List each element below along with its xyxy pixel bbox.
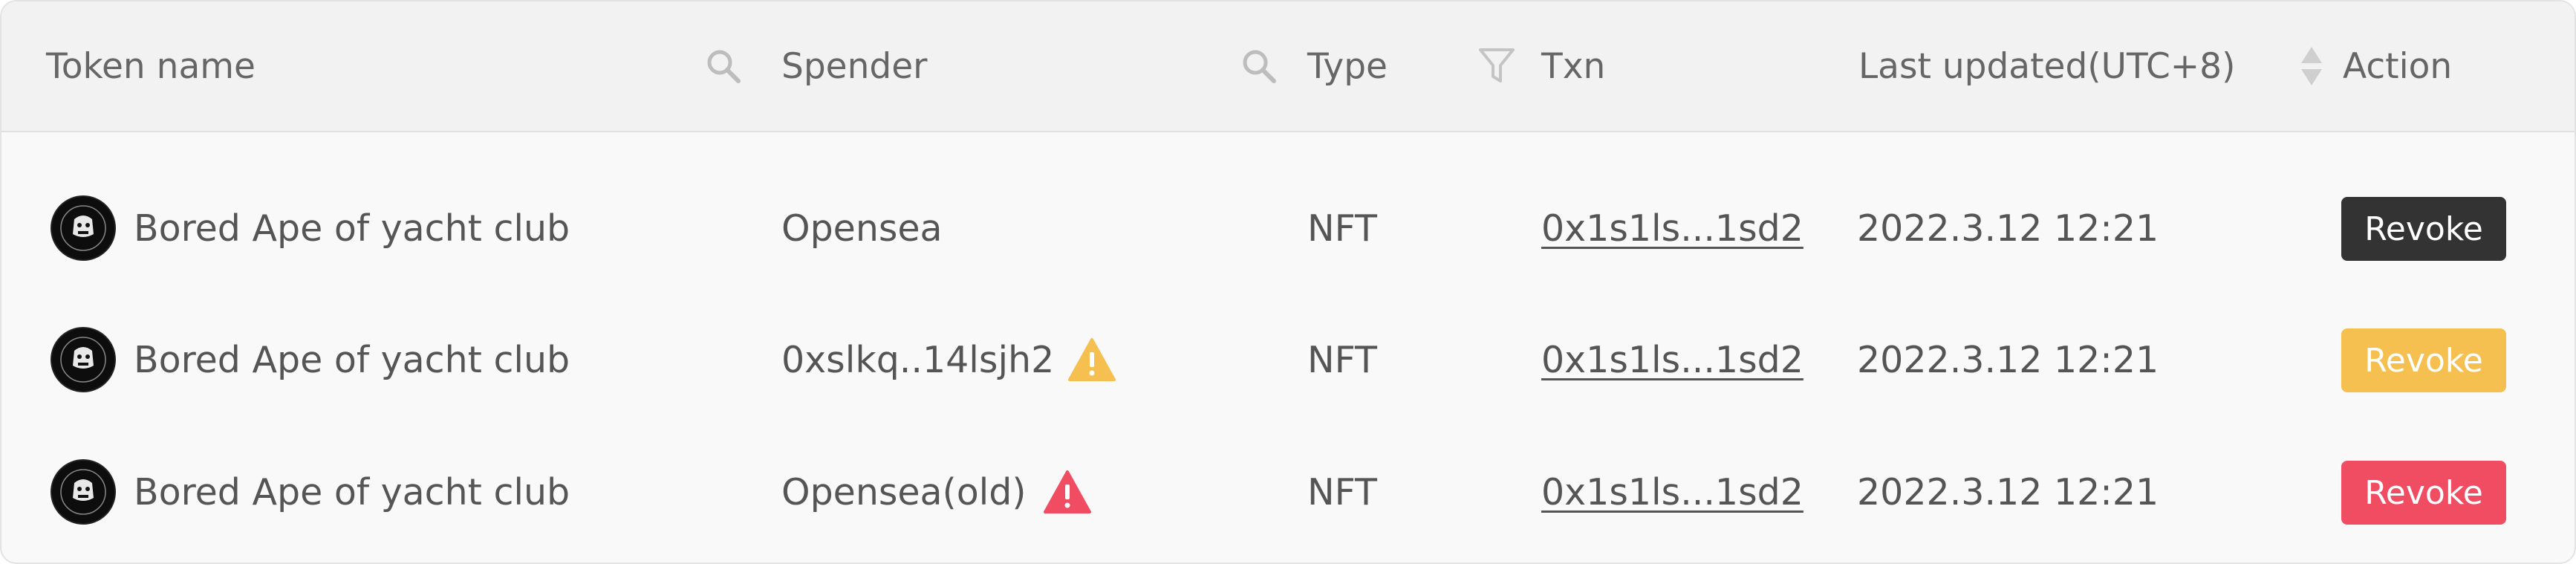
search-icon[interactable] [1240, 1, 1278, 131]
bored-ape-logo [51, 195, 116, 261]
last-updated: 2022.3.12 12:21 [1857, 207, 2159, 250]
table-row: Bored Ape of yacht club Opensea(old) NFT… [1, 426, 2575, 558]
revoke-button[interactable]: Revoke [2341, 461, 2506, 525]
header-token-name: Token name [46, 45, 256, 87]
spender: Opensea [781, 207, 943, 250]
token-name: Bored Ape of yacht club [134, 470, 570, 513]
header-spender: Spender [781, 45, 928, 87]
spender: Opensea(old) [781, 470, 1027, 513]
table-row: Bored Ape of yacht club 0xslkq..14lsjh2 … [1, 294, 2575, 426]
header-txn: Txn [1541, 45, 1606, 87]
header-last-updated: Last updated(UTC+8) [1858, 45, 2236, 87]
table-header: Token name Spender Type Txn Last updated… [1, 1, 2575, 132]
token-type: NFT [1307, 207, 1377, 250]
token-approvals-table: Token name Spender Type Txn Last updated… [0, 0, 2576, 564]
bored-ape-logo [51, 327, 116, 392]
txn-link[interactable]: 0x1s1ls...1sd2 [1541, 162, 1803, 294]
last-updated: 2022.3.12 12:21 [1857, 338, 2159, 381]
search-icon[interactable] [704, 1, 743, 131]
spender-cell: Opensea(old) [781, 426, 1092, 558]
spender: 0xslkq..14lsjh2 [781, 338, 1055, 381]
header-type: Type [1307, 45, 1388, 87]
txn-link[interactable]: 0x1s1ls...1sd2 [1541, 294, 1803, 426]
txn-link[interactable]: 0x1s1ls...1sd2 [1541, 426, 1803, 558]
table-row: Bored Ape of yacht club Opensea NFT 0x1s… [1, 162, 2575, 294]
bored-ape-logo [51, 459, 116, 525]
warning-triangle-icon [1067, 337, 1116, 382]
revoke-button[interactable]: Revoke [2341, 328, 2506, 392]
token-type: NFT [1307, 470, 1377, 513]
sort-icon[interactable] [2299, 1, 2324, 131]
header-action: Action [2343, 45, 2453, 87]
spender-cell: 0xslkq..14lsjh2 [781, 294, 1116, 426]
token-name: Bored Ape of yacht club [134, 207, 570, 250]
token-name: Bored Ape of yacht club [134, 338, 570, 381]
token-type: NFT [1307, 338, 1377, 381]
revoke-button[interactable]: Revoke [2341, 197, 2506, 261]
last-updated: 2022.3.12 12:21 [1857, 470, 2159, 513]
filter-icon[interactable] [1477, 1, 1516, 131]
alert-triangle-icon [1043, 470, 1092, 514]
